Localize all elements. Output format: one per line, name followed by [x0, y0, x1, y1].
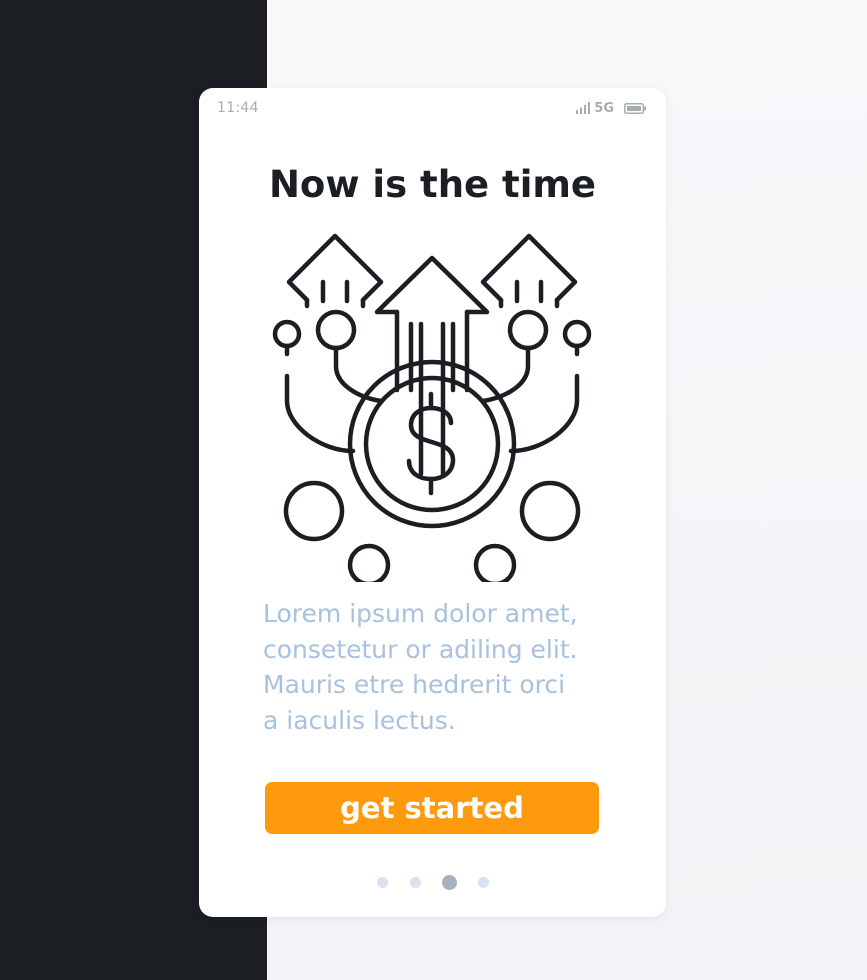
status-indicators: 5G [576, 100, 646, 116]
bubble [473, 543, 517, 582]
signal-icon [576, 102, 591, 114]
branch-line [284, 373, 356, 454]
page-dot-active[interactable] [441, 875, 457, 890]
bubble [283, 480, 345, 542]
bubble [519, 480, 581, 542]
branch-line [508, 373, 580, 454]
body-line: a iaculis lectus. [263, 705, 456, 735]
body-text: Lorem ipsum dolor amet, consetetur or ad… [263, 596, 623, 738]
page-indicator [199, 875, 666, 890]
money-growth-icon [272, 233, 592, 582]
body-line: Lorem ipsum dolor amet, [263, 599, 578, 628]
body-line: consetetur or adiling elit. [263, 634, 578, 664]
network-label: 5G [594, 100, 614, 116]
page-dot[interactable] [477, 877, 489, 888]
page-title: Now is the time [268, 163, 597, 206]
arrow-center-head [374, 255, 490, 315]
arrow-right-head [480, 233, 578, 303]
node-dot [315, 309, 357, 351]
node-dot [507, 309, 549, 351]
bubble [347, 543, 391, 582]
branch-line [333, 345, 384, 404]
page-dot[interactable] [376, 877, 388, 888]
node-dot [272, 319, 302, 349]
battery-icon [624, 102, 646, 114]
status-time: 11:44 [217, 100, 259, 116]
get-started-button[interactable]: get started [265, 782, 599, 834]
node-dot [562, 319, 592, 349]
phone-screen: 11:44 5G Now is the time Lorem ipsum dol… [199, 88, 666, 917]
branch-line [480, 345, 531, 404]
dollar-s [406, 405, 456, 482]
status-bar: 11:44 5G [199, 88, 666, 128]
page-dot[interactable] [409, 877, 421, 888]
body-line: Mauris etre hedrerit orci [263, 670, 566, 699]
arrow-left-head [286, 233, 384, 303]
